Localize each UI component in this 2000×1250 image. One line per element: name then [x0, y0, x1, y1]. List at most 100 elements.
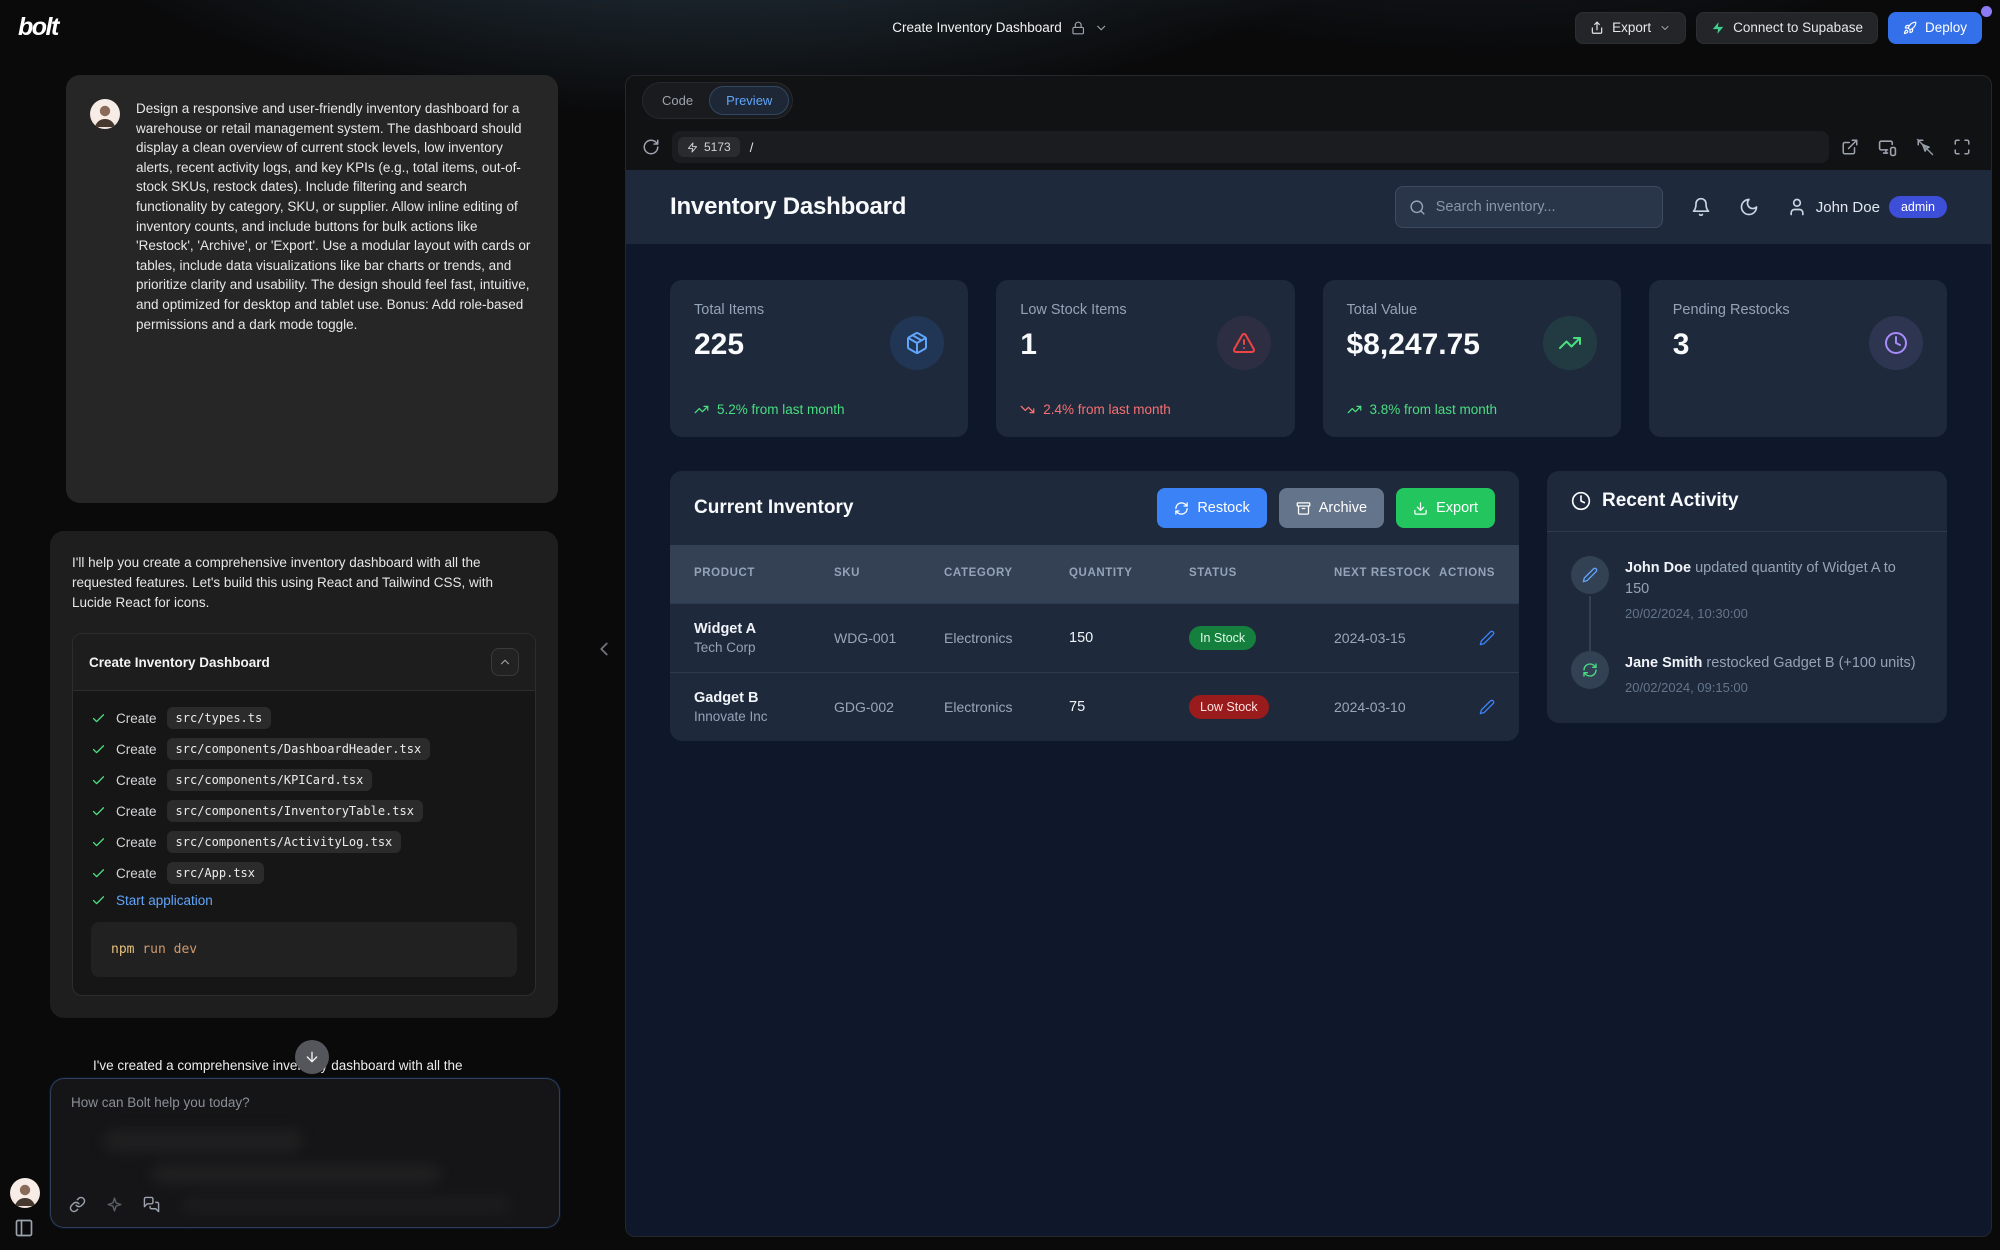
inventory-search[interactable] — [1395, 186, 1663, 228]
archive-button[interactable]: Archive — [1279, 488, 1384, 528]
recent-activity-card: Recent Activity John Doe updated quantit… — [1547, 471, 1947, 723]
user-message-card: Design a responsive and user-friendly in… — [66, 75, 558, 503]
view-mode-tabs: Code Preview — [642, 82, 793, 119]
reload-icon[interactable] — [642, 138, 660, 156]
chevron-down-icon — [1659, 22, 1671, 34]
kpi-trend: 2.4% from last month — [1020, 402, 1171, 417]
port-number: 5173 — [704, 140, 731, 154]
chat-input-box[interactable] — [50, 1078, 560, 1228]
responsive-devices-icon[interactable] — [1878, 138, 1897, 157]
share-icon — [1590, 21, 1604, 35]
connect-supabase-button[interactable]: Connect to Supabase — [1696, 12, 1878, 44]
link-icon[interactable] — [69, 1196, 86, 1213]
chat-panel: Design a responsive and user-friendly in… — [0, 55, 625, 1250]
kpi-card-total-value: Total Value $8,247.75 3.8% from last mon… — [1323, 280, 1621, 437]
restock-button[interactable]: Restock — [1157, 488, 1266, 528]
edit-row-icon[interactable] — [1479, 630, 1495, 646]
artifact-step: Create src/components/DashboardHeader.ts… — [91, 738, 517, 760]
supabase-label: Connect to Supabase — [1733, 20, 1863, 35]
app-preview: Inventory Dashboard — [626, 170, 1991, 1236]
artifact-step: Create src/types.ts — [91, 707, 517, 729]
kpi-card-low-stock: Low Stock Items 1 2.4% from last month — [996, 280, 1294, 437]
project-title-menu[interactable]: Create Inventory Dashboard — [892, 0, 1108, 55]
check-icon — [91, 835, 106, 850]
status-badge: In Stock — [1189, 626, 1256, 650]
file-chip[interactable]: src/components/KPICard.tsx — [167, 769, 373, 791]
role-badge: admin — [1889, 196, 1947, 218]
export-csv-button[interactable]: Export — [1396, 488, 1495, 528]
artifact-step: Create src/components/KPICard.tsx — [91, 769, 517, 791]
sidebar-toggle-icon[interactable] — [14, 1218, 34, 1238]
kpi-card-total-items: Total Items 225 5.2% from last month — [670, 280, 968, 437]
inspector-icon[interactable] — [1916, 138, 1934, 156]
file-chip[interactable]: src/App.tsx — [167, 862, 264, 884]
user-icon — [1787, 197, 1807, 217]
kpi-card-pending-restocks: Pending Restocks 3 — [1649, 280, 1947, 437]
check-icon — [91, 711, 106, 726]
port-pill[interactable]: 5173 — [678, 137, 740, 157]
preview-window: Code Preview 5173 / — [625, 75, 1992, 1237]
scroll-to-bottom-button[interactable] — [295, 1040, 329, 1074]
chevron-down-icon[interactable] — [1094, 21, 1108, 35]
kpi-trend: 5.2% from last month — [694, 402, 845, 417]
user-avatar — [90, 99, 120, 129]
activity-item: John Doe updated quantity of Widget A to… — [1571, 556, 1923, 651]
restock-activity-icon — [1571, 651, 1609, 689]
file-chip[interactable]: src/components/DashboardHeader.tsx — [167, 738, 431, 760]
dashboard-title: Inventory Dashboard — [670, 193, 906, 221]
terminal-command: npm run dev — [91, 922, 517, 977]
user-message-text: Design a responsive and user-friendly in… — [136, 99, 534, 334]
sparkles-icon[interactable] — [106, 1196, 123, 1213]
dashboard-header: Inventory Dashboard — [626, 170, 1991, 244]
tab-code[interactable]: Code — [646, 87, 709, 114]
assistant-message-card: I'll help you create a comprehensive inv… — [50, 531, 558, 1018]
activity-timestamp: 20/02/2024, 10:30:00 — [1625, 606, 1923, 621]
clock-icon — [1869, 316, 1923, 370]
file-chip[interactable]: src/components/ActivityLog.tsx — [167, 831, 402, 853]
user-menu[interactable]: John Doe admin — [1787, 196, 1947, 218]
project-title: Create Inventory Dashboard — [892, 20, 1062, 35]
user-name: John Doe — [1816, 199, 1880, 216]
check-icon — [91, 804, 106, 819]
redacted-content — [103, 1129, 303, 1153]
artifact-step: Create src/components/ActivityLog.tsx — [91, 831, 517, 853]
activity-item: Jane Smith restocked Gadget B (+100 unit… — [1571, 651, 1923, 699]
package-icon — [890, 316, 944, 370]
edit-row-icon[interactable] — [1479, 699, 1495, 715]
redacted-content — [181, 1195, 511, 1215]
kpi-grid: Total Items 225 5.2% from last month Low… — [670, 280, 1947, 437]
discuss-icon[interactable] — [143, 1196, 160, 1213]
supabase-bolt-icon — [1711, 21, 1725, 35]
notifications-bell-icon[interactable] — [1691, 197, 1711, 217]
export-label: Export — [1612, 20, 1651, 35]
deploy-button[interactable]: Deploy — [1888, 12, 1982, 44]
status-badge: Low Stock — [1189, 695, 1269, 719]
file-chip[interactable]: src/types.ts — [167, 707, 272, 729]
edit-activity-icon — [1571, 556, 1609, 594]
activity-timestamp: 20/02/2024, 09:15:00 — [1625, 680, 1916, 695]
fullscreen-icon[interactable] — [1953, 138, 1971, 156]
artifact-collapse-button[interactable] — [491, 648, 519, 676]
bolt-logo: bolt — [18, 13, 58, 42]
check-icon — [91, 742, 106, 757]
open-external-icon[interactable] — [1841, 138, 1859, 156]
alert-triangle-icon — [1217, 316, 1271, 370]
assistant-followup-text: I've created a comprehensive inventory d… — [93, 1058, 613, 1073]
export-button[interactable]: Export — [1575, 12, 1686, 44]
search-input[interactable] — [1436, 199, 1649, 215]
inventory-table-card: Current Inventory Restock Archive — [670, 471, 1519, 741]
activity-title: Recent Activity — [1602, 490, 1739, 512]
topbar: bolt Create Inventory Dashboard Export C… — [0, 0, 2000, 55]
artifact-step: Create src/components/InventoryTable.tsx — [91, 800, 517, 822]
table-header: PRODUCT SKU CATEGORY QUANTITY STATUS NEX… — [670, 545, 1519, 603]
search-icon — [1409, 199, 1426, 216]
file-chip[interactable]: src/components/InventoryTable.tsx — [167, 800, 423, 822]
collapse-chat-chevron[interactable] — [593, 638, 615, 660]
address-bar[interactable]: 5173 / — [672, 131, 1829, 163]
account-avatar[interactable] — [10, 1178, 40, 1208]
start-application-link[interactable]: Start application — [116, 893, 213, 908]
deploy-label: Deploy — [1925, 20, 1967, 35]
artifact-card: Create Inventory Dashboard Create src/ty… — [72, 633, 536, 996]
tab-preview[interactable]: Preview — [709, 86, 789, 115]
dark-mode-toggle-icon[interactable] — [1739, 197, 1759, 217]
